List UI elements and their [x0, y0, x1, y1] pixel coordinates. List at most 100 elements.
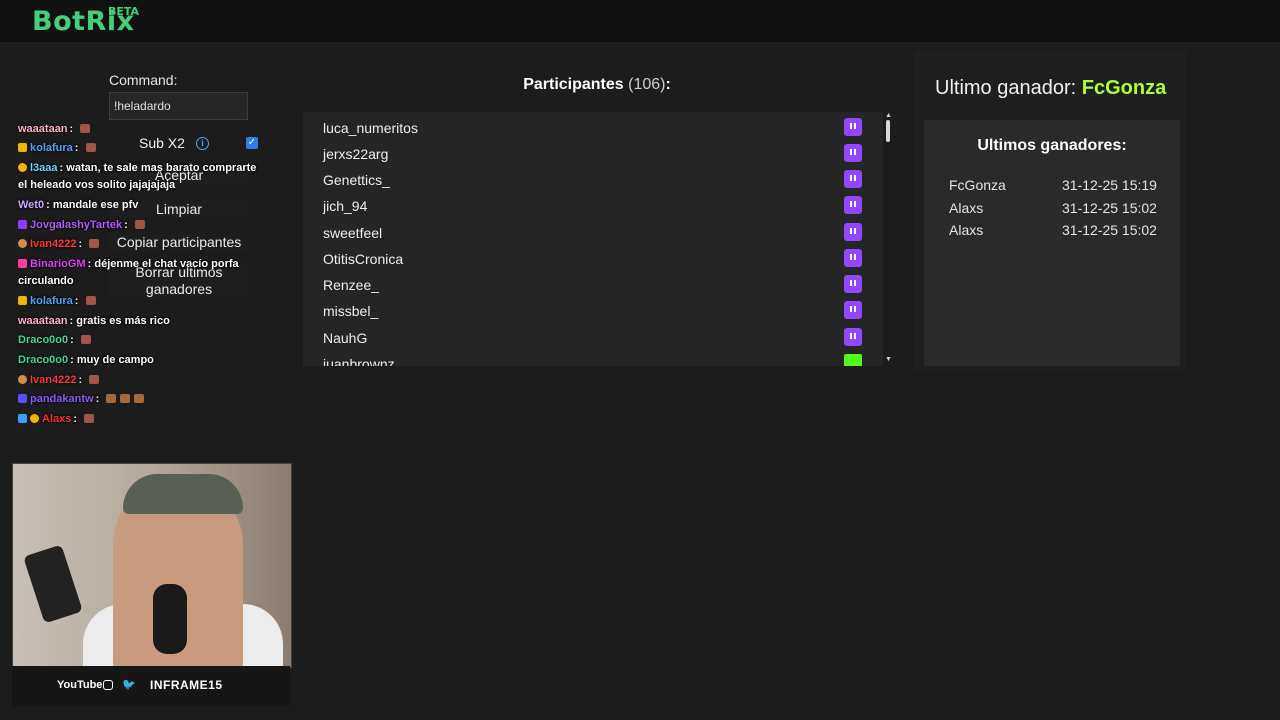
twitch-icon: [844, 196, 862, 214]
chat-message: Draco0o0: muy de campo: [18, 354, 154, 366]
emote-icon: [134, 394, 145, 403]
instagram-icon: [103, 680, 113, 690]
sub-badge-icon: [18, 414, 27, 423]
twitch-icon: [844, 223, 862, 241]
chat-username: waaataan: [18, 123, 68, 135]
list-item[interactable]: Renzee_: [303, 271, 883, 297]
winner-date: 31-12-25 15:02: [1062, 222, 1157, 238]
chat-username: Draco0o0: [18, 354, 69, 366]
chat-message: Draco0o0:: [18, 332, 258, 349]
scroll-up-icon[interactable]: ▲: [885, 112, 892, 119]
winners-history: Ultimos ganadores: FcGonza 31-12-25 15:19…: [924, 120, 1180, 366]
twitch-icon: [844, 170, 862, 188]
crown-badge-icon: [18, 296, 27, 305]
participant-name: jerxs22arg: [323, 146, 389, 162]
list-item[interactable]: jerxs22arg: [303, 140, 883, 166]
chat-text: gratis es más rico: [76, 315, 170, 327]
winner-row: Alaxs 31-12-25 15:02: [949, 222, 1169, 242]
participants-scrollbar[interactable]: ▲ ▼: [884, 112, 892, 366]
crown-badge-icon: [18, 143, 27, 152]
chat-username: JovgalashyTartek: [30, 219, 123, 231]
participants-title: Participantes (106):: [523, 76, 671, 93]
list-item[interactable]: Genettics_: [303, 166, 883, 192]
sub-badge-icon: [18, 220, 27, 229]
channel-handle: INFRAME15: [150, 678, 223, 692]
sub-badge-icon: [18, 163, 27, 172]
chat-username: Ivan4222: [30, 374, 77, 386]
list-item[interactable]: NauhG: [303, 324, 883, 350]
emote-icon: [89, 375, 100, 384]
microphone: [153, 584, 187, 654]
twitch-icon: [844, 275, 862, 293]
scroll-thumb[interactable]: [886, 120, 890, 142]
participant-name: juanbrownz: [323, 356, 395, 366]
participant-name: NauhG: [323, 330, 368, 346]
emote-icon: [80, 124, 91, 133]
list-item[interactable]: luca_numeritos: [303, 114, 883, 140]
chat-username: Alaxs: [42, 413, 72, 425]
winner-name: Alaxs: [949, 222, 984, 238]
winners-history-title: Ultimos ganadores:: [977, 137, 1127, 154]
winner-date: 31-12-25 15:02: [1062, 200, 1157, 216]
chat-message: l3aaa: watan, te sale mas barato comprar…: [18, 162, 257, 191]
chat-message: pandakantw:: [18, 391, 258, 408]
top-bar: BotRix BETA: [0, 0, 1280, 42]
participant-name: luca_numeritos: [323, 120, 418, 136]
command-input[interactable]: [109, 92, 248, 120]
emote-icon: [106, 394, 117, 403]
emote-icon: [85, 296, 96, 305]
sub-badge-icon: [30, 414, 39, 423]
sub-badge-icon: [18, 394, 27, 403]
beta-badge: BETA: [108, 5, 140, 18]
chat-message: waaataan:: [18, 121, 258, 138]
twitch-icon: [844, 118, 862, 136]
chat-username: Ivan4222: [30, 238, 77, 250]
winner-row: Alaxs 31-12-25 15:02: [949, 200, 1169, 220]
chat-username: kolafura: [30, 295, 73, 307]
list-item[interactable]: OtitisCronica: [303, 245, 883, 271]
chat-username: pandakantw: [30, 393, 94, 405]
participants-count: (106): [628, 76, 666, 93]
list-item[interactable]: sweetfeel: [303, 219, 883, 245]
participant-name: OtitisCronica: [323, 251, 404, 267]
last-winner-name: FcGonza: [1081, 77, 1167, 99]
chat-message: kolafura:: [18, 140, 258, 157]
emote-icon: [84, 414, 95, 423]
youtube-label: YouTube: [57, 679, 103, 691]
twitch-icon: [844, 301, 862, 319]
last-winner-heading: Ultimo ganador: FcGonza: [935, 77, 1167, 99]
winner-row: FcGonza 31-12-25 15:19: [949, 177, 1169, 197]
chat-username: Wet0: [18, 199, 45, 211]
chat-username: Draco0o0: [18, 334, 69, 346]
emote-icon: [120, 394, 131, 403]
chat-username: kolafura: [30, 142, 73, 154]
list-item[interactable]: missbel_: [303, 297, 883, 323]
twitch-icon: [844, 144, 862, 162]
chat-message: BinarioGM: déjenme el chat vacío porfa c…: [18, 258, 239, 287]
sub-badge-icon: [18, 375, 27, 384]
chat-message: kolafura:: [18, 293, 258, 310]
winner-name: Alaxs: [949, 200, 984, 216]
chat-message: JovgalashyTartek:: [18, 217, 258, 234]
webcam-footer: YouTube 🐦 INFRAME15: [12, 666, 290, 706]
twitch-icon: [844, 328, 862, 346]
chat-text: muy de campo: [76, 354, 154, 366]
twitter-icon: 🐦: [122, 679, 136, 691]
participants-list[interactable]: luca_numeritos jerxs22arg Genettics_ jic…: [303, 112, 883, 366]
chat-message: Wet0: mandale ese pfv: [18, 199, 139, 211]
winner-name: FcGonza: [949, 177, 1006, 193]
participant-name: Renzee_: [323, 277, 380, 293]
participant-name: missbel_: [323, 303, 379, 319]
list-item[interactable]: juanbrownz: [303, 350, 883, 366]
participant-name: sweetfeel: [323, 225, 383, 241]
list-item[interactable]: jich_94: [303, 192, 883, 218]
winner-date: 31-12-25 15:19: [1062, 177, 1157, 193]
twitch-icon: [844, 249, 862, 267]
chat-message: Ivan4222:: [18, 236, 258, 253]
participant-name: Genettics_: [323, 172, 390, 188]
emote-icon: [134, 220, 145, 229]
chat-message: Alaxs:: [18, 411, 258, 428]
heart-badge-icon: [18, 259, 27, 268]
scroll-down-icon[interactable]: ▼: [885, 356, 892, 363]
chat-username: BinarioGM: [30, 258, 86, 270]
